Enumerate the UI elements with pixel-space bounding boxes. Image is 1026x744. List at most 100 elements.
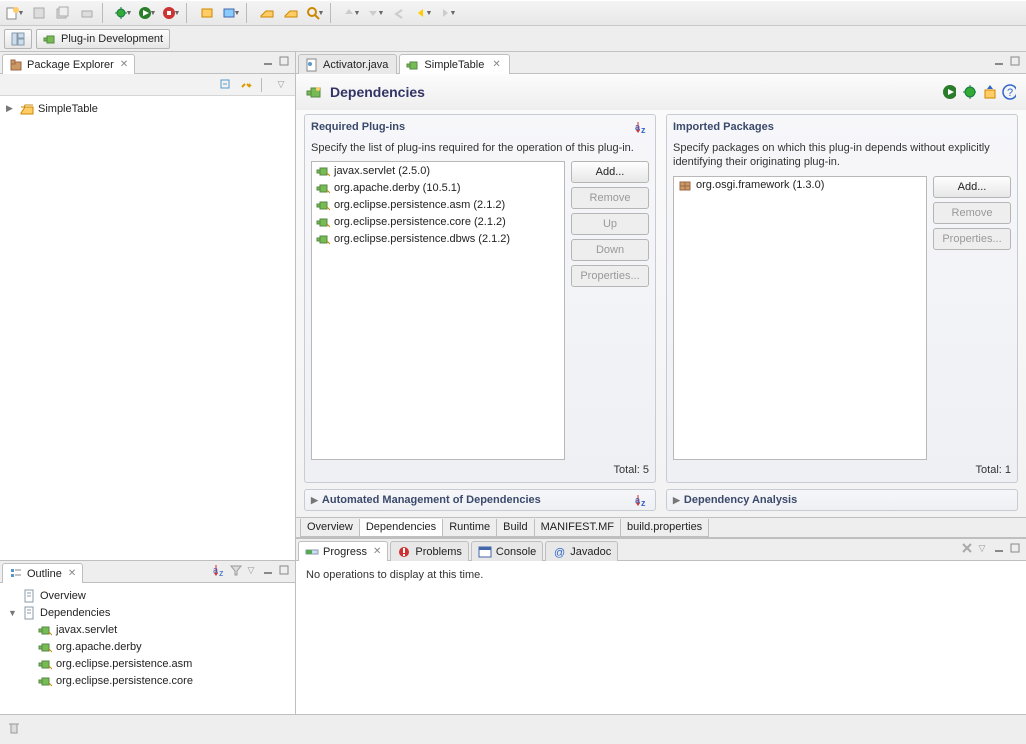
package-explorer-tab[interactable]: Package Explorer ✕: [2, 54, 135, 74]
editor-page-tab[interactable]: build.properties: [620, 519, 709, 537]
open-type-button[interactable]: [256, 3, 278, 23]
list-item[interactable]: org.eclipse.persistence.dbws (2.1.2): [312, 230, 564, 247]
perspective-plugin-dev[interactable]: Plug-in Development: [36, 29, 170, 49]
view-menu-icon[interactable]: ▽: [275, 78, 289, 92]
sort-az-icon[interactable]: az: [635, 120, 649, 134]
save-all-button[interactable]: [52, 3, 74, 23]
help-icon[interactable]: ?: [1002, 85, 1016, 99]
last-edit-button[interactable]: [388, 3, 410, 23]
new-plugin-project-button[interactable]: [196, 3, 218, 23]
outline-item[interactable]: javax.servlet: [6, 621, 289, 638]
outline-item[interactable]: org.apache.derby: [6, 638, 289, 655]
dependency-analysis-section[interactable]: ▶ Dependency Analysis: [666, 489, 1018, 511]
editor-tab-bar: Activator.java SimpleTable ✕: [296, 52, 1026, 74]
list-item[interactable]: org.apache.derby (10.5.1): [312, 179, 564, 196]
maximize-icon[interactable]: [277, 563, 291, 577]
editor-page-tab[interactable]: MANIFEST.MF: [534, 519, 621, 537]
print-button[interactable]: [76, 3, 98, 23]
close-icon[interactable]: ✕: [373, 546, 381, 557]
search-button[interactable]: ▼: [304, 3, 326, 23]
open-perspective-button[interactable]: [4, 29, 32, 49]
prev-annotation-button[interactable]: ▼: [340, 3, 362, 23]
editor-page-tab[interactable]: Overview: [300, 519, 360, 537]
editor-tab-label: Activator.java: [323, 59, 388, 71]
list-item[interactable]: org.eclipse.persistence.asm (2.1.2): [312, 196, 564, 213]
maximize-icon[interactable]: [1008, 541, 1022, 555]
imported-packages-list[interactable]: org.osgi.framework (1.3.0): [673, 176, 927, 460]
list-item[interactable]: javax.servlet (2.5.0): [312, 162, 564, 179]
outline-item[interactable]: org.eclipse.persistence.asm: [6, 655, 289, 672]
twisty-icon[interactable]: ▶: [6, 103, 16, 114]
gc-icon[interactable]: [6, 720, 20, 734]
export-icon[interactable]: [982, 85, 996, 99]
back-button[interactable]: ▼: [412, 3, 434, 23]
add-button[interactable]: Add...: [571, 161, 649, 183]
remove-button[interactable]: Remove: [571, 187, 649, 209]
view-menu-icon[interactable]: ▽: [976, 541, 990, 555]
sort-icon[interactable]: az: [213, 563, 227, 577]
debug-icon[interactable]: [962, 85, 976, 99]
external-tools-button[interactable]: ▼: [160, 3, 182, 23]
down-button[interactable]: Down: [571, 239, 649, 261]
required-plugins-list[interactable]: javax.servlet (2.5.0)org.apache.derby (1…: [311, 161, 565, 460]
remove-button[interactable]: Remove: [933, 202, 1011, 224]
properties-button[interactable]: Properties...: [933, 228, 1011, 250]
editor-page-tab[interactable]: Runtime: [442, 519, 497, 537]
project-node[interactable]: ▶ SimpleTable: [6, 100, 289, 117]
filter-icon[interactable]: [229, 563, 243, 577]
outline-item[interactable]: ▼Dependencies: [6, 604, 289, 621]
outline-view: Outline ✕ az ▽ Overview▼Dependenciesjava…: [0, 560, 295, 714]
list-item[interactable]: org.eclipse.persistence.core (2.1.2): [312, 213, 564, 230]
close-icon[interactable]: ✕: [492, 59, 500, 70]
run-icon[interactable]: [942, 85, 956, 99]
next-annotation-button[interactable]: ▼: [364, 3, 386, 23]
outline-tab[interactable]: Outline ✕: [2, 563, 83, 583]
svg-text:z: z: [219, 568, 224, 577]
properties-button[interactable]: Properties...: [571, 265, 649, 287]
editor-page-tab[interactable]: Dependencies: [359, 519, 443, 537]
package-explorer-toolbar: ▽: [0, 74, 295, 96]
open-task-button[interactable]: [280, 3, 302, 23]
collapse-all-icon[interactable]: [219, 78, 233, 92]
section-desc: Specify packages on which this plug-in d…: [673, 141, 1011, 170]
remove-all-icon[interactable]: [960, 541, 974, 555]
maximize-icon[interactable]: [277, 54, 291, 68]
list-item[interactable]: org.osgi.framework (1.3.0): [674, 177, 926, 194]
editor-page-tabs: OverviewDependenciesRuntimeBuildMANIFEST…: [296, 517, 1026, 537]
up-button[interactable]: Up: [571, 213, 649, 235]
progress-tab[interactable]: Progress ✕: [298, 541, 388, 561]
minimize-icon[interactable]: [992, 54, 1006, 68]
javadoc-tab[interactable]: @ Javadoc: [545, 541, 618, 561]
link-editor-icon[interactable]: [239, 78, 253, 92]
new-wizard-button[interactable]: ▼: [4, 3, 26, 23]
close-icon[interactable]: ✕: [120, 59, 128, 70]
debug-button[interactable]: ▼: [112, 3, 134, 23]
outline-item[interactable]: Overview: [6, 587, 289, 604]
view-menu-icon[interactable]: ▽: [245, 563, 259, 577]
editor-page-tab[interactable]: Build: [496, 519, 534, 537]
package-explorer-view: Package Explorer ✕ ▽ ▶: [0, 52, 295, 560]
minimize-icon[interactable]: [992, 541, 1006, 555]
manifest-editor: Dependencies ? Required Plug-ins az Spec…: [296, 74, 1026, 538]
section-heading: Imported Packages: [673, 121, 774, 133]
forward-button[interactable]: ▼: [436, 3, 458, 23]
editor-tab-activator[interactable]: Activator.java: [298, 54, 397, 74]
maximize-icon[interactable]: [1008, 54, 1022, 68]
open-manifest-button[interactable]: ▼: [220, 3, 242, 23]
outline-item[interactable]: org.eclipse.persistence.core: [6, 672, 289, 689]
minimize-icon[interactable]: [261, 563, 275, 577]
sort-az-icon[interactable]: az: [635, 493, 649, 507]
problems-tab[interactable]: Problems: [390, 541, 468, 561]
lower-view-stack: Progress ✕ Problems Console @ Javadoc: [296, 538, 1026, 714]
save-button[interactable]: [28, 3, 50, 23]
run-button[interactable]: ▼: [136, 3, 158, 23]
console-tab[interactable]: Console: [471, 541, 543, 561]
automated-deps-section[interactable]: ▶ Automated Management of Dependencies a…: [304, 489, 656, 511]
close-icon[interactable]: ✕: [68, 568, 76, 579]
section-desc: Specify the list of plug-ins required fo…: [311, 141, 649, 155]
add-button[interactable]: Add...: [933, 176, 1011, 198]
svg-text:z: z: [641, 498, 646, 507]
minimize-icon[interactable]: [261, 54, 275, 68]
imported-packages-section: Imported Packages Specify packages on wh…: [666, 114, 1018, 483]
editor-tab-simpletable[interactable]: SimpleTable ✕: [399, 54, 509, 74]
